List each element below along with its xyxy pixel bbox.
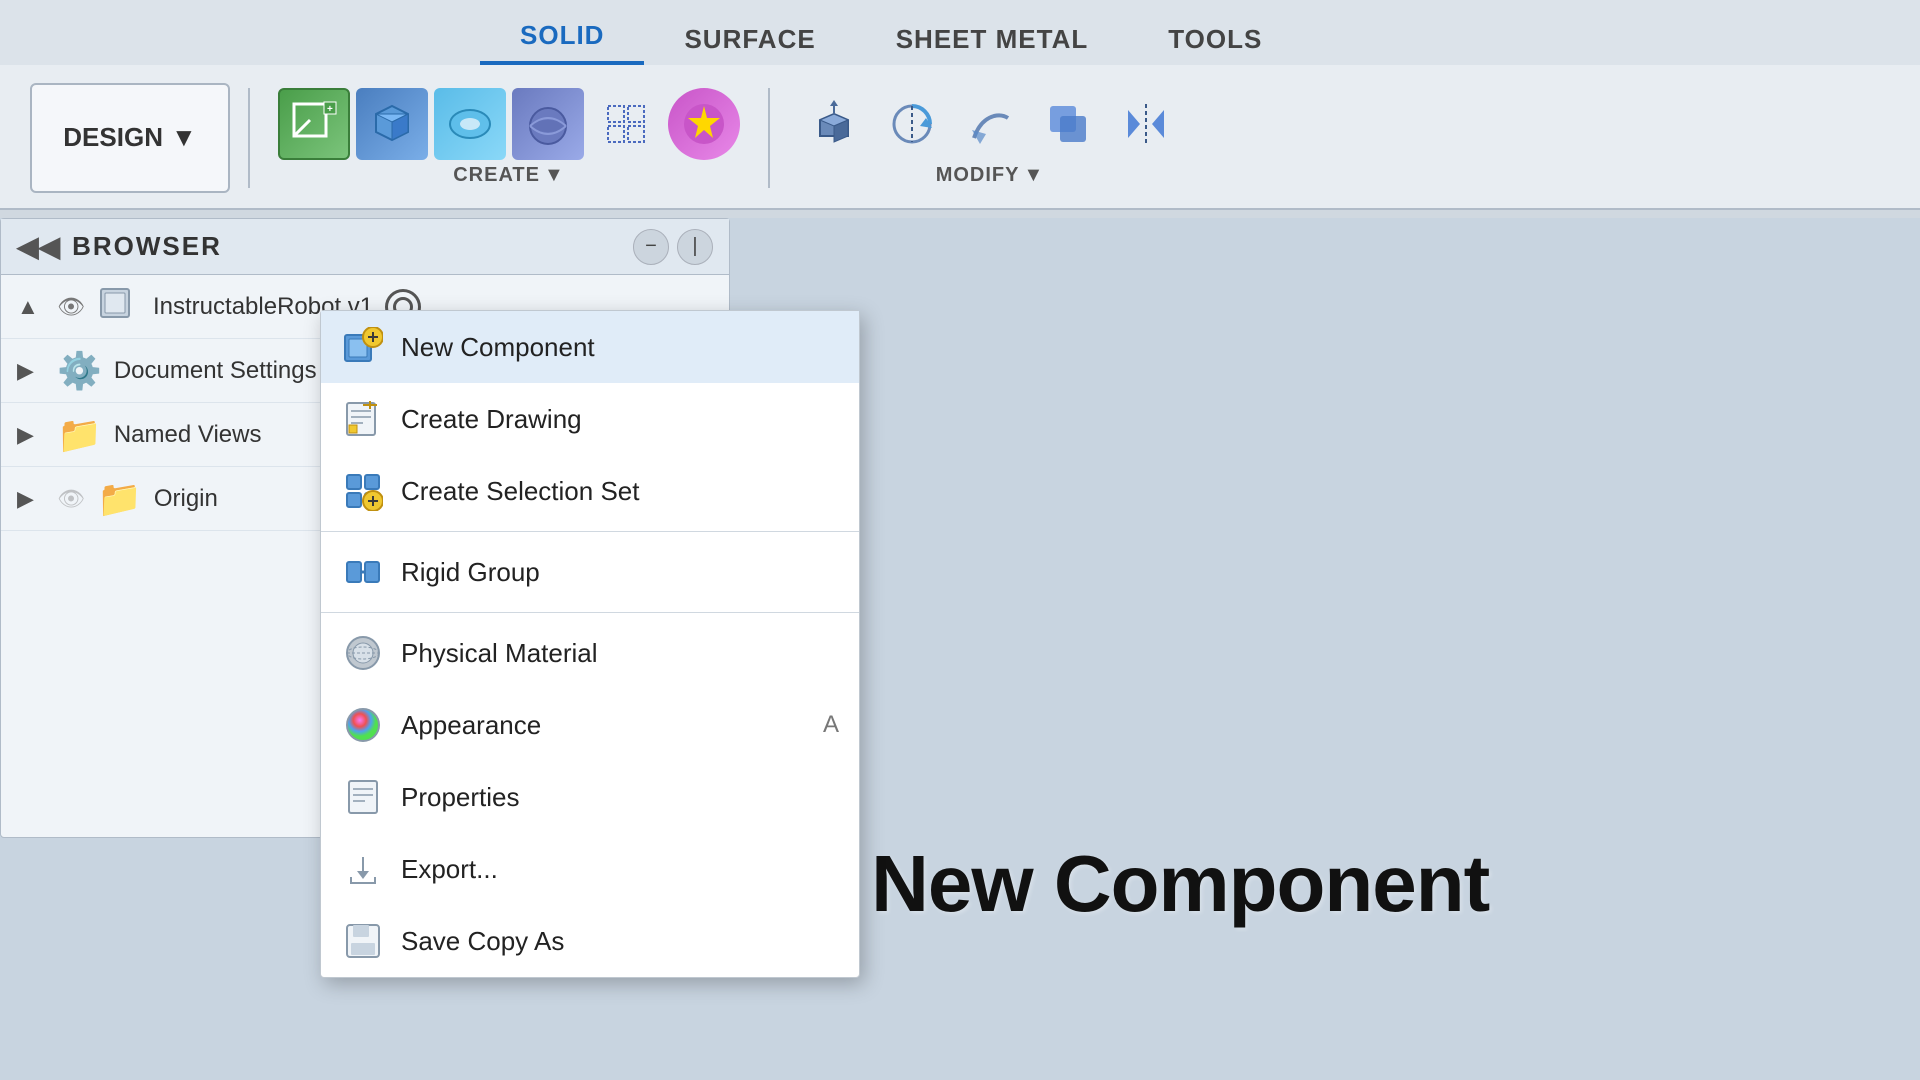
menu-appearance[interactable]: Appearance A	[321, 689, 859, 761]
browser-controls: − |	[633, 229, 713, 265]
sketch-tool[interactable]: +	[278, 88, 350, 160]
fx-tool[interactable]	[668, 88, 740, 160]
tab-tools[interactable]: TOOLS	[1128, 14, 1302, 65]
expand-arrow: ▲	[17, 294, 45, 320]
rigid-group-label: Rigid Group	[401, 557, 839, 588]
physical-material-icon	[341, 631, 385, 675]
properties-icon	[341, 775, 385, 819]
toolbar-divider-1	[248, 88, 250, 188]
top-bar: SOLID SURFACE SHEET METAL TOOLS DESIGN ▼	[0, 0, 1920, 210]
tab-sheet-metal[interactable]: SHEET METAL	[856, 14, 1129, 65]
modify-label-row: MODIFY ▼	[936, 164, 1045, 187]
modify-group: MODIFY ▼	[788, 88, 1192, 187]
svg-text:+: +	[327, 104, 333, 115]
appearance-icon	[341, 703, 385, 747]
appearance-label: Appearance	[401, 710, 807, 741]
browser-minus-btn[interactable]: −	[633, 229, 669, 265]
menu-save-copy-as[interactable]: Save Copy As	[321, 905, 859, 977]
combine-tool[interactable]	[1032, 88, 1104, 160]
tab-row: SOLID SURFACE SHEET METAL TOOLS	[0, 0, 1920, 65]
named-views-label: Named Views	[114, 421, 262, 449]
appearance-shortcut: A	[823, 711, 839, 739]
design-button[interactable]: DESIGN ▼	[30, 83, 230, 193]
new-component-icon	[341, 325, 385, 369]
export-label: Export...	[401, 854, 839, 885]
browser-title: BROWSER	[72, 231, 621, 262]
expand-arrow-views: ▶	[17, 422, 45, 448]
selection-set-icon	[341, 469, 385, 513]
sweep-tool[interactable]	[954, 88, 1026, 160]
physical-material-label: Physical Material	[401, 638, 839, 669]
revolve-tool[interactable]	[876, 88, 948, 160]
expand-arrow-doc: ▶	[17, 358, 45, 384]
menu-properties[interactable]: Properties	[321, 761, 859, 833]
document-settings-label: Document Settings	[114, 357, 317, 385]
create-icons: +	[278, 88, 740, 160]
export-icon	[341, 847, 385, 891]
folder-icon-named: 📁	[57, 414, 102, 456]
menu-divider-1	[321, 531, 859, 532]
menu-rigid-group[interactable]: Rigid Group	[321, 536, 859, 608]
create-selection-set-label: Create Selection Set	[401, 476, 839, 507]
origin-visibility[interactable]: 👁	[57, 486, 85, 512]
create-group: +	[268, 88, 750, 187]
tab-solid[interactable]: SOLID	[480, 10, 644, 65]
create-drawing-icon	[341, 397, 385, 441]
component-icon	[97, 288, 141, 326]
create-drawing-label: Create Drawing	[401, 404, 839, 435]
mirror-tool[interactable]	[1110, 88, 1182, 160]
save-copy-as-label: Save Copy As	[401, 926, 839, 957]
origin-label: Origin	[154, 485, 218, 513]
select-tool[interactable]	[590, 88, 662, 160]
menu-divider-2	[321, 612, 859, 613]
folder-icon-origin: 📁	[97, 478, 142, 520]
menu-create-drawing[interactable]: Create Drawing	[321, 383, 859, 455]
toolbar-divider-2	[768, 88, 770, 188]
menu-export[interactable]: Export...	[321, 833, 859, 905]
browser-menu-btn[interactable]: |	[677, 229, 713, 265]
box-tool[interactable]	[356, 88, 428, 160]
new-component-label: New Component	[401, 332, 839, 363]
menu-create-selection-set[interactable]: Create Selection Set	[321, 455, 859, 527]
menu-physical-material[interactable]: Physical Material	[321, 617, 859, 689]
wedge-tool[interactable]	[434, 88, 506, 160]
properties-label: Properties	[401, 782, 839, 813]
sphere-tool[interactable]	[512, 88, 584, 160]
extrude-tool[interactable]	[798, 88, 870, 160]
context-menu: New Component Create Drawing	[320, 310, 860, 978]
toolbar: DESIGN ▼ +	[0, 65, 1920, 210]
visibility-eye[interactable]: 👁	[57, 294, 85, 320]
browser-header: ◀◀ BROWSER − |	[1, 219, 729, 275]
tab-surface[interactable]: SURFACE	[644, 14, 855, 65]
create-label-row: CREATE ▼	[453, 164, 565, 187]
browser-collapse-btn[interactable]: ◀◀	[17, 230, 60, 263]
save-copy-icon	[341, 919, 385, 963]
gear-icon: ⚙️	[57, 350, 102, 392]
expand-arrow-origin: ▶	[17, 486, 45, 512]
rigid-group-icon	[341, 550, 385, 594]
modify-icons	[798, 88, 1182, 160]
menu-new-component[interactable]: New Component	[321, 311, 859, 383]
